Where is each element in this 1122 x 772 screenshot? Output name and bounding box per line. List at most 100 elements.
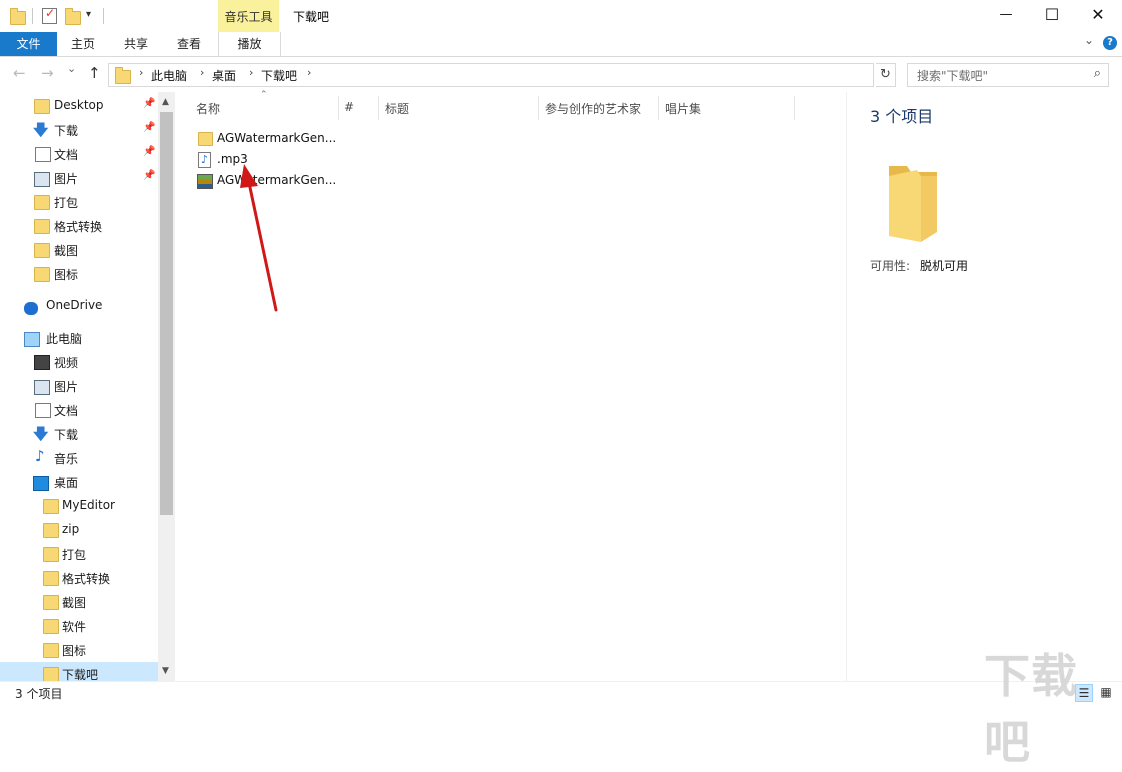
column-album[interactable]: 唱片集 [665,100,701,117]
nav-item-label: 桌面 [54,476,79,490]
scroll-up-icon[interactable]: ▲ [162,97,169,107]
customize-toolbar-icon[interactable]: ▾ [86,9,91,20]
nav-item-downloads-pc[interactable]: 🡇 下载 [0,422,158,446]
column-number[interactable]: # [344,100,354,114]
nav-item-label: 图标 [62,644,87,658]
nav-item-pictures-pc[interactable]: 图片 [0,374,158,398]
nav-item-screenshots[interactable]: 截图 [0,238,158,262]
tab-home[interactable]: 主页 [63,32,103,56]
availability-value: 脱机可用 [920,259,969,273]
nav-item-label: Desktop [54,98,104,112]
scroll-down-icon[interactable]: ▼ [162,666,169,676]
nav-item-label: 格式转换 [62,572,111,586]
breadcrumb-desktop[interactable]: 桌面 [212,67,236,84]
close-button[interactable]: ✕ [1075,0,1121,30]
tab-share[interactable]: 共享 [116,32,156,56]
tab-play[interactable]: 播放 [218,32,281,56]
nav-item-this-pc[interactable]: 此电脑 [0,326,158,350]
nav-item-label: 图标 [54,268,79,282]
nav-scrollbar-thumb[interactable] [160,112,173,515]
nav-item-format-convert-desktop[interactable]: 格式转换 [0,566,158,590]
nav-item-download-bar[interactable]: 下载吧 [0,662,158,681]
breadcrumb-separator: › [200,66,205,79]
nav-item-documents-pc[interactable]: 文档 [0,398,158,422]
column-title[interactable]: 标题 [385,100,409,117]
column-divider[interactable] [794,96,795,120]
search-placeholder: 搜索"下载吧" [917,69,989,83]
nav-item-label: 下载 [54,428,79,442]
nav-item-icons-desktop[interactable]: 图标 [0,638,158,662]
tab-file[interactable]: 文件 [0,32,57,56]
file-name: AGWatermarkGen... [217,131,337,145]
nav-item-icons[interactable]: 图标 [0,262,158,286]
nav-item-label: 视频 [54,356,79,370]
nav-item-downloads[interactable]: 🡇 下载 📌 [0,118,158,142]
nav-item-label: 打包 [62,548,87,562]
folder-icon [43,499,59,514]
nav-item-label: 截图 [54,244,79,258]
nav-item-desktop-pc[interactable]: 桌面 [0,470,158,494]
navigation-pane: Desktop 📌 🡇 下载 📌 文档 📌 图片 📌 打包 格式转换 截图 图标… [0,92,175,681]
nav-item-desktop[interactable]: Desktop 📌 [0,94,158,118]
folder-icon [34,219,50,234]
pin-icon: 📌 [143,146,156,157]
nav-item-documents[interactable]: 文档 📌 [0,142,158,166]
column-name[interactable]: 名称 [196,100,220,117]
file-row[interactable]: AGWatermarkGen... [192,128,342,149]
search-icon: ⌕ [1093,66,1101,81]
picture-icon [34,172,50,187]
column-divider[interactable] [338,96,339,120]
properties-icon[interactable]: ✓ [42,6,57,24]
column-divider[interactable] [658,96,659,120]
desktop-icon [33,476,49,491]
window-title: 下载吧 [293,10,330,24]
nav-item-onedrive[interactable]: OneDrive [0,294,158,318]
nav-item-pictures[interactable]: 图片 📌 [0,166,158,190]
nav-item-label: 格式转换 [54,220,103,234]
item-count-heading: 3 个项目 [870,107,934,126]
large-folder-icon [889,166,937,242]
document-icon [35,147,51,162]
nav-item-label: 音乐 [54,452,79,466]
folder-icon [43,571,59,586]
address-bar[interactable]: › 此电脑 › 桌面 › 下载吧 › ▼ [108,63,969,87]
column-contributing-artists[interactable]: 参与创作的艺术家 [545,100,641,117]
breadcrumb-current[interactable]: 下载吧 [261,67,297,84]
download-icon: 🡇 [33,425,49,443]
nav-item-music[interactable]: ♪ 音乐 [0,446,158,470]
nav-item-pack[interactable]: 打包 [0,190,158,214]
ribbon-collapse-icon[interactable]: ⌄ [1084,33,1094,47]
nav-item-screenshots-desktop[interactable]: 截图 [0,590,158,614]
nav-item-label: 截图 [62,596,87,610]
folder-icon [34,243,50,258]
search-input[interactable]: 搜索"下载吧" ⌕ [907,63,1109,87]
column-divider[interactable] [378,96,379,120]
breadcrumb-separator: › [249,66,254,79]
pin-icon: 📌 [143,122,156,133]
forward-button[interactable]: → [41,64,54,82]
picture-icon [34,380,50,395]
computer-icon [24,332,40,347]
refresh-button[interactable]: ↻ [876,63,896,87]
minimize-button[interactable]: — [983,0,1029,30]
folder-icon [43,523,59,538]
nav-item-videos[interactable]: 视频 [0,350,158,374]
nav-item-label: 文档 [54,148,79,162]
tab-view[interactable]: 查看 [169,32,209,56]
nav-item-pack-desktop[interactable]: 打包 [0,542,158,566]
breadcrumb-this-pc[interactable]: 此电脑 [151,67,187,84]
help-icon[interactable]: ? [1103,36,1117,50]
recent-locations-icon[interactable]: ⌄ [67,62,76,75]
availability-label: 可用性: [870,259,911,273]
breadcrumb-separator: › [307,66,312,79]
nav-item-myeditor[interactable]: MyEditor [0,494,158,518]
maximize-button[interactable]: ☐ [1029,0,1075,30]
column-divider[interactable] [538,96,539,120]
up-button[interactable]: ↑ [88,64,101,82]
nav-item-zip[interactable]: zip [0,518,158,542]
status-item-count: 3 个项目 [15,687,63,701]
nav-item-software[interactable]: 软件 [0,614,158,638]
nav-item-format-convert[interactable]: 格式转换 [0,214,158,238]
audio-file-icon: ♪ [198,152,211,168]
back-button[interactable]: ← [13,64,26,82]
